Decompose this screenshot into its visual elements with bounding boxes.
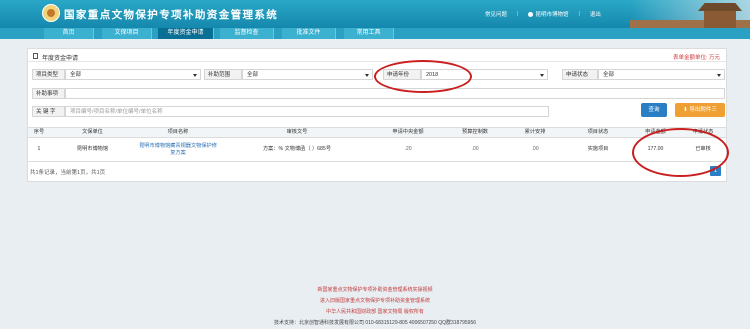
keyword-label: 关 键 字 bbox=[32, 106, 65, 117]
panel-title: 年度资金申请 bbox=[42, 56, 79, 62]
cell-doc-no: 方案：% 文物博函（ ）685号 bbox=[262, 146, 332, 153]
project-type-value: 全部 bbox=[70, 72, 82, 78]
keyword-input[interactable]: 项目编号/项目名称/单位编号/单位名称 bbox=[65, 106, 549, 117]
footer-legacy-link[interactable]: 进入旧版国家重点文物保护专项补助资金管理系统 bbox=[0, 297, 750, 304]
unit-note: 表单金额单位: 万元 bbox=[672, 55, 720, 61]
nav-projects[interactable]: 文保项目 bbox=[102, 28, 152, 39]
col-central-amount: 申请中央金额 bbox=[392, 129, 424, 136]
cell-cumulative: .00 bbox=[531, 146, 539, 153]
divider: | bbox=[578, 11, 580, 17]
col-index: 序号 bbox=[33, 129, 45, 136]
annotation-oval-year bbox=[374, 60, 472, 93]
divider: | bbox=[517, 11, 519, 17]
emblem-icon bbox=[42, 4, 60, 22]
nav-home[interactable]: 首页 bbox=[44, 28, 94, 39]
panel-header: 年度资金申请 表单金额单位: 万元 bbox=[28, 49, 726, 62]
nav-approval-docs[interactable]: 批准文件 bbox=[282, 28, 336, 39]
chevron-down-icon bbox=[540, 74, 544, 77]
footer-support: 技术支持：北京创智通科技发展有限公司 010-68315129-805 4006… bbox=[273, 320, 477, 326]
user-menu[interactable]: 昆明市博物馆 bbox=[528, 10, 568, 18]
main-nav: 首页 文保项目 年度资金申请 监督检查 批准文件 常用工具 bbox=[0, 28, 750, 39]
header-links: 常见问题 | 昆明市博物馆 | 退出 bbox=[485, 10, 601, 18]
col-budget-control: 预算控制数 bbox=[462, 129, 488, 136]
system-title: 国家重点文物保护专项补助资金管理系统 bbox=[64, 10, 279, 21]
chevron-down-icon bbox=[717, 74, 721, 77]
cell-unit: 昆明市博物馆 bbox=[76, 146, 109, 153]
nav-annual-funding[interactable]: 年度资金申请 bbox=[158, 28, 214, 39]
col-doc-no: 审核文号 bbox=[286, 129, 308, 136]
query-button[interactable]: 查询 bbox=[641, 103, 667, 117]
user-icon bbox=[528, 12, 534, 18]
export-attachment-button[interactable]: ⬇ 导出附件三 bbox=[675, 103, 725, 117]
cell-project-link[interactable]: 昆明市博物馆藏青铜器文物保护修复方案 bbox=[138, 138, 218, 161]
footer-copyright: 中华人民共和国财政部 国家文物局 版权所有 bbox=[326, 309, 424, 315]
document-icon bbox=[33, 53, 38, 59]
annotation-oval-amount-status bbox=[632, 128, 729, 177]
subsidy-scope-value: 全部 bbox=[247, 72, 259, 78]
cell-project-status: 实施项目 bbox=[587, 146, 609, 153]
nav-inspection[interactable]: 监督检查 bbox=[220, 28, 274, 39]
cell-index: 1 bbox=[37, 146, 41, 153]
table-row[interactable]: 1 昆明市博物馆 昆明市博物馆藏青铜器文物保护修复方案 方案：% 文物博函（ ）… bbox=[27, 138, 727, 162]
project-type-select[interactable]: 全部 bbox=[65, 69, 201, 80]
col-project: 项目名称 bbox=[167, 129, 189, 136]
col-cumulative: 累计安排 bbox=[524, 129, 546, 136]
export-button-label: 导出附件三 bbox=[689, 107, 717, 113]
col-project-status: 项目状态 bbox=[587, 129, 609, 136]
subsidy-scope-select[interactable]: 全部 bbox=[242, 69, 373, 80]
subsidy-item-label: 补助事项 bbox=[32, 88, 65, 99]
user-name: 昆明市博物馆 bbox=[535, 12, 569, 18]
col-unit: 文保单位 bbox=[82, 129, 103, 136]
cell-budget-control: .00 bbox=[471, 146, 479, 153]
footer-video-link[interactable]: 新国家重点文物保护专项补助资金管理系统实操视频 bbox=[0, 286, 750, 293]
subsidy-scope-label: 补助范围 bbox=[204, 69, 242, 80]
table-header: 序号 文保单位 项目名称 审核文号 申请中央金额 预算控制数 累计安排 项目状态… bbox=[27, 127, 727, 138]
apply-status-label: 申请状态 bbox=[562, 69, 598, 80]
app-header: 国家重点文物保护专项补助资金管理系统 常见问题 | 昆明市博物馆 | 退出 bbox=[0, 0, 750, 28]
chevron-down-icon bbox=[193, 74, 197, 77]
help-link[interactable]: 常见问题 bbox=[485, 10, 507, 18]
pagination-summary: 共1条记录，当前第1页，共1页 bbox=[30, 170, 106, 176]
project-type-label: 项目类型 bbox=[32, 69, 65, 80]
apply-status-select[interactable]: 全部 bbox=[598, 69, 725, 80]
nav-tools[interactable]: 常用工具 bbox=[344, 28, 394, 39]
chevron-down-icon bbox=[365, 74, 369, 77]
cell-central-amount: .20 bbox=[404, 146, 412, 153]
apply-status-value: 全部 bbox=[603, 72, 615, 78]
header-decoration-image bbox=[630, 0, 750, 28]
logout-link[interactable]: 退出 bbox=[590, 10, 601, 18]
